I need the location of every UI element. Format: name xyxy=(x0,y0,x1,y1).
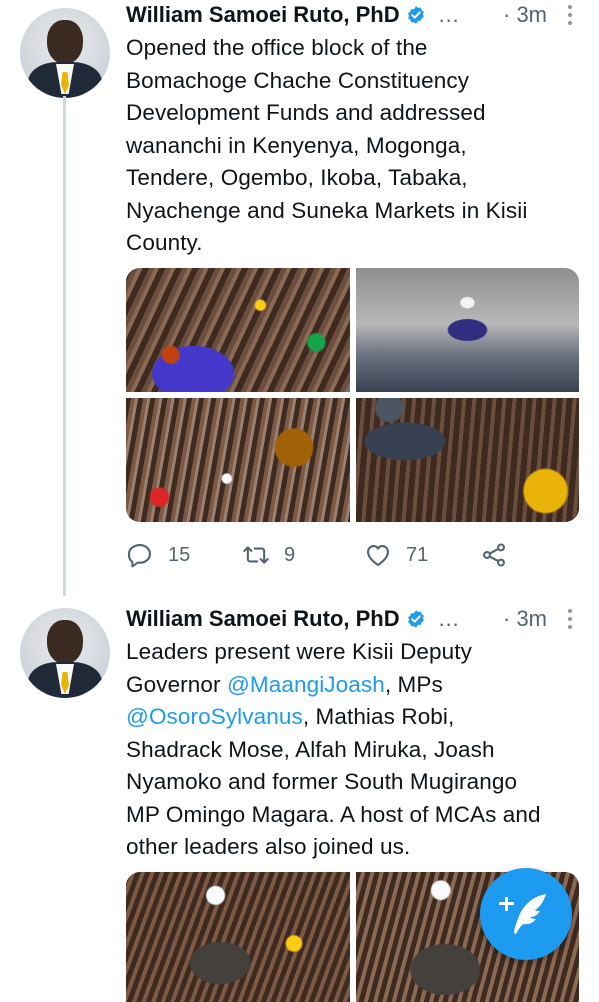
tweet-1[interactable]: William Samoei Ruto, PhD … · 3m Opened t… xyxy=(0,0,599,600)
mention-link[interactable]: @OsoroSylvanus xyxy=(126,704,303,729)
more-options-icon[interactable] xyxy=(567,3,573,27)
retweet-button[interactable]: 9 xyxy=(242,537,295,573)
share-button[interactable] xyxy=(480,537,522,573)
tweet-timestamp[interactable]: · 3m xyxy=(503,0,547,30)
author-name[interactable]: William Samoei Ruto, PhD xyxy=(126,606,400,632)
heart-icon xyxy=(367,544,389,566)
like-button[interactable]: 71 xyxy=(364,537,428,573)
retweet-icon xyxy=(243,546,269,564)
tweet-photo[interactable] xyxy=(126,268,350,392)
tweet-text: Leaders present were Kisii Deputy Govern… xyxy=(126,636,585,864)
reply-count: 15 xyxy=(168,543,191,566)
retweet-count: 9 xyxy=(284,543,296,566)
tweet-text-segment: , MPs xyxy=(384,671,443,697)
share-icon xyxy=(483,543,505,567)
like-count: 71 xyxy=(406,543,429,566)
author-avatar[interactable] xyxy=(20,8,110,98)
tweet-photo[interactable] xyxy=(126,872,350,1002)
author-name[interactable]: William Samoei Ruto, PhD xyxy=(126,2,400,28)
tweet-actions: 15 9 71 xyxy=(126,537,526,573)
compose-tweet-button[interactable] xyxy=(480,868,572,960)
verified-badge-icon xyxy=(407,6,424,24)
reply-icon xyxy=(127,544,151,568)
author-avatar[interactable] xyxy=(20,608,110,698)
tweet-text: Opened the office block of the Bomachoge… xyxy=(126,35,528,255)
tweet-photo[interactable] xyxy=(126,398,350,522)
tweet-photo[interactable] xyxy=(355,398,579,522)
thread-connector-line xyxy=(63,96,66,596)
name-truncation-ellipsis: … xyxy=(437,606,460,631)
tweet-timestamp[interactable]: · 3m xyxy=(503,604,547,634)
name-truncation-ellipsis: … xyxy=(437,2,460,27)
mention-link[interactable]: @MaangiJoash xyxy=(227,672,385,697)
tweet-photo[interactable] xyxy=(355,268,579,392)
tweet-media-grid xyxy=(126,268,579,522)
compose-tweet-icon xyxy=(499,894,546,934)
more-options-icon[interactable] xyxy=(567,607,573,631)
reply-button[interactable]: 15 xyxy=(126,537,190,573)
verified-badge-icon xyxy=(407,610,424,628)
